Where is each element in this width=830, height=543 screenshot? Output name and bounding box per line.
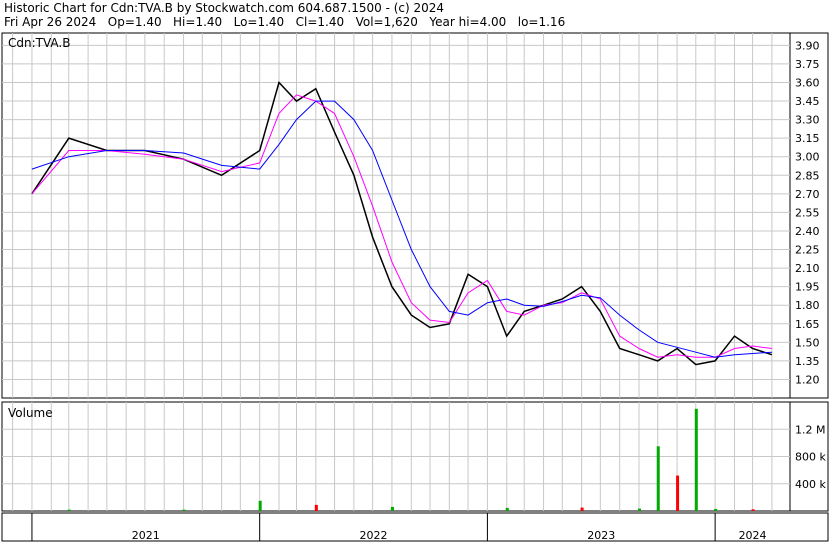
volume-bar xyxy=(638,508,642,511)
year-label: 2023 xyxy=(587,529,615,542)
price-tick-label: 1.50 xyxy=(795,336,820,349)
volume-panel-title: Volume xyxy=(8,406,53,420)
year-label: 2022 xyxy=(360,529,388,542)
price-tick-label: 2.40 xyxy=(795,225,820,238)
price-tick-label: 1.80 xyxy=(795,299,820,312)
volume-bar xyxy=(676,475,680,511)
price-tick-label: 3.30 xyxy=(795,114,820,127)
price-series-line-1 xyxy=(31,81,773,366)
price-tick-label: 3.15 xyxy=(795,132,820,145)
volume-bar xyxy=(751,509,755,511)
volume-bar xyxy=(314,504,318,511)
date-axis-frame xyxy=(1,512,829,542)
price-tick-label: 1.20 xyxy=(795,373,820,386)
year-label: 2021 xyxy=(132,529,160,542)
volume-tick-label: 1.2 M xyxy=(795,423,825,436)
price-tick-label: 1.35 xyxy=(795,355,820,368)
volume-bar xyxy=(258,500,262,511)
price-tick-label: 2.55 xyxy=(795,206,820,219)
price-tick-label: 3.75 xyxy=(795,58,820,71)
price-series-line-3 xyxy=(31,100,772,358)
price-tick-label: 2.70 xyxy=(795,188,820,201)
price-tick-label: 2.85 xyxy=(795,169,820,182)
price-panel-title: Cdn:TVA.B xyxy=(8,36,70,50)
price-tick-label: 2.25 xyxy=(795,244,820,257)
volume-bar xyxy=(67,509,71,511)
price-tick-label: 3.00 xyxy=(795,151,820,164)
year-label: 2024 xyxy=(739,529,767,542)
volume-bar xyxy=(656,446,660,511)
volume-bar xyxy=(580,507,584,511)
volume-tick-label: 800 k xyxy=(795,451,826,464)
volume-bar xyxy=(390,506,394,511)
price-tick-label: 1.95 xyxy=(795,281,820,294)
volume-bar xyxy=(694,408,698,511)
volume-tick-label: 400 k xyxy=(795,478,826,491)
price-tick-label: 3.60 xyxy=(795,76,820,89)
volume-bar xyxy=(505,507,509,511)
price-tick-label: 3.45 xyxy=(795,95,820,108)
volume-bar xyxy=(714,508,718,511)
price-tick-label: 1.65 xyxy=(795,318,820,331)
volume-bar xyxy=(182,509,186,511)
price-tick-label: 3.90 xyxy=(795,39,820,52)
chart-canvas: 3.90 3.75 3.60 3.45 3.30 3.15 3.00 2.85 2.70 2.55… xyxy=(1,32,829,542)
price-tick-label: 2.10 xyxy=(795,262,820,275)
